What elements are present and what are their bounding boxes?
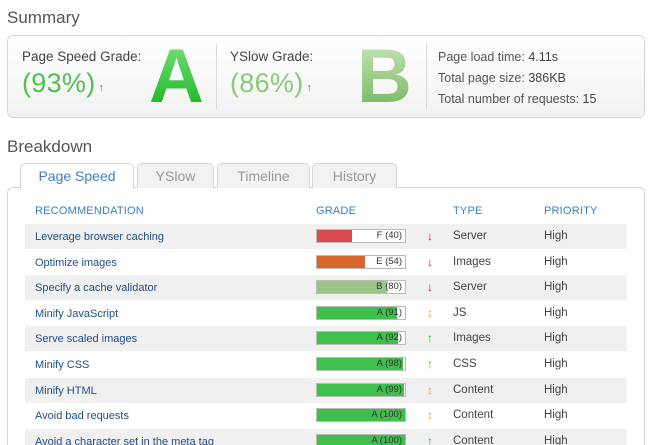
trend-arrow-icon: ↑ bbox=[427, 433, 433, 445]
trend-arrow-icon: ↕ bbox=[427, 305, 433, 320]
recommendation-link[interactable]: Avoid a character set in the meta tag bbox=[35, 436, 214, 445]
priority-cell: High bbox=[544, 230, 568, 242]
priority-cell: High bbox=[544, 383, 568, 396]
priority-cell: High bbox=[544, 332, 568, 345]
pagespeed-percent: (93%) ↑ bbox=[22, 68, 105, 98]
grade-label: E (54) bbox=[376, 255, 402, 267]
summary-heading: Summary bbox=[7, 8, 80, 27]
trend-up-icon: ↑ bbox=[306, 82, 313, 94]
priority-cell: High bbox=[544, 255, 568, 268]
type-cell: Content bbox=[453, 409, 494, 422]
recommendation-link[interactable]: Minify JavaScript bbox=[35, 308, 118, 320]
table-row[interactable]: Optimize images E (54) ↓ Images High bbox=[25, 250, 627, 275]
summary-panel: Page Speed Grade: (93%) ↑ A YSlow Grade: … bbox=[7, 35, 645, 118]
table-row[interactable]: Minify CSS A (98) ↑ CSS High bbox=[25, 352, 627, 377]
trend-arrow-icon: ↓ bbox=[427, 254, 433, 269]
load-time-stat: Page load time: 4.11s bbox=[438, 50, 558, 64]
yslow-grade-letter: B bbox=[357, 34, 412, 119]
divider bbox=[216, 44, 217, 109]
grade-bar: A (100) bbox=[316, 433, 406, 445]
type-cell: JS bbox=[453, 306, 467, 319]
page-size-stat: Total page size: 386KB bbox=[438, 71, 566, 85]
tab-history[interactable]: History bbox=[312, 163, 397, 188]
type-cell: Images bbox=[453, 255, 491, 268]
col-grade[interactable]: GRADE bbox=[316, 205, 356, 217]
trend-arrow-icon: ↑ bbox=[427, 331, 433, 346]
grade-bar: A (91) bbox=[316, 305, 406, 320]
grade-label: A (98) bbox=[376, 358, 402, 369]
tab-page-speed[interactable]: Page Speed bbox=[20, 163, 134, 189]
priority-cell: High bbox=[544, 409, 568, 422]
grade-bar: A (99) bbox=[316, 382, 406, 397]
priority-cell: High bbox=[544, 281, 568, 294]
type-cell: Images bbox=[453, 332, 491, 345]
type-cell: Content bbox=[453, 383, 494, 396]
priority-cell: High bbox=[544, 358, 568, 370]
grade-bar: A (92) bbox=[316, 331, 406, 346]
table-row[interactable]: Minify HTML A (99) ↕ Content High bbox=[25, 377, 627, 403]
trend-arrow-icon: ↕ bbox=[427, 408, 433, 423]
priority-cell: High bbox=[544, 306, 568, 319]
table-row[interactable]: Leverage browser caching F (40) ↓ Server Hig… bbox=[25, 224, 627, 249]
recommendation-link[interactable]: Serve scaled images bbox=[35, 333, 137, 345]
table-row[interactable]: Avoid a character set in the meta tag A (… bbox=[25, 428, 627, 445]
recommendation-link[interactable]: Avoid bad requests bbox=[35, 410, 129, 422]
grade-bar-fill bbox=[317, 255, 365, 268]
yslow-percent: (86%) ↑ bbox=[230, 68, 313, 98]
recommendation-link[interactable]: Minify HTML bbox=[35, 385, 97, 397]
grade-label: A (100) bbox=[371, 434, 402, 445]
table-row[interactable]: Minify JavaScript A (91) ↕ JS High bbox=[25, 301, 627, 326]
trend-up-icon: ↑ bbox=[98, 82, 105, 94]
pagespeed-grade-letter: A bbox=[149, 34, 204, 119]
type-cell: Content bbox=[453, 434, 494, 445]
recommendation-link[interactable]: Leverage browser caching bbox=[35, 231, 164, 243]
table-row[interactable]: Serve scaled images A (92) ↑ Images High bbox=[25, 326, 627, 352]
table-row[interactable]: Specify a cache validator B (80) ↓ Server Hi… bbox=[25, 275, 627, 301]
tab-yslow[interactable]: YSlow bbox=[137, 163, 214, 188]
grade-bar-fill bbox=[317, 230, 353, 242]
table-header: RECOMMENDATION GRADE TYPE PRIORITY bbox=[0, 205, 650, 221]
col-priority[interactable]: PRIORITY bbox=[544, 205, 598, 217]
breakdown-heading: Breakdown bbox=[7, 137, 93, 156]
divider bbox=[426, 44, 427, 109]
type-cell: Server bbox=[453, 230, 487, 242]
grade-bar: B (80) bbox=[316, 280, 406, 295]
grade-label: B (80) bbox=[376, 281, 402, 293]
trend-arrow-icon: ↓ bbox=[427, 280, 433, 295]
yslow-grade-label: YSlow Grade: bbox=[230, 49, 314, 64]
grade-bar: F (40) bbox=[316, 229, 406, 243]
trend-arrow-icon: ↓ bbox=[427, 229, 433, 243]
tab-timeline[interactable]: Timeline bbox=[217, 163, 310, 188]
trend-arrow-icon: ↑ bbox=[427, 357, 433, 371]
grade-bar: A (98) bbox=[316, 357, 406, 371]
grade-bar: E (54) bbox=[316, 254, 406, 269]
trend-arrow-icon: ↕ bbox=[427, 382, 433, 397]
grade-bar: A (100) bbox=[316, 408, 406, 423]
recommendation-link[interactable]: Optimize images bbox=[35, 257, 117, 269]
col-recommendation[interactable]: RECOMMENDATION bbox=[35, 205, 144, 217]
recommendation-link[interactable]: Specify a cache validator bbox=[35, 282, 157, 294]
recommendation-link[interactable]: Minify CSS bbox=[35, 359, 89, 371]
priority-cell: High bbox=[544, 434, 568, 445]
pagespeed-grade-label: Page Speed Grade: bbox=[22, 49, 142, 64]
col-type[interactable]: TYPE bbox=[453, 205, 483, 217]
page-stats: Page load time: 4.11s Total page size: 3… bbox=[438, 47, 596, 110]
pagespeed-summary: Page Speed Grade: (93%) ↑ A bbox=[8, 36, 218, 117]
grade-label: A (91) bbox=[376, 306, 402, 318]
grade-label: F (40) bbox=[376, 230, 402, 241]
yslow-summary: YSlow Grade: (86%) ↑ B bbox=[218, 36, 428, 117]
grade-label: A (100) bbox=[371, 409, 402, 421]
table-row[interactable]: Avoid bad requests A (100) ↕ Content High bbox=[25, 403, 627, 428]
requests-stat: Total number of requests: 15 bbox=[438, 92, 597, 106]
grade-label: A (92) bbox=[376, 332, 402, 344]
type-cell: CSS bbox=[453, 358, 477, 370]
grade-label: A (99) bbox=[376, 383, 402, 395]
type-cell: Server bbox=[453, 281, 487, 294]
